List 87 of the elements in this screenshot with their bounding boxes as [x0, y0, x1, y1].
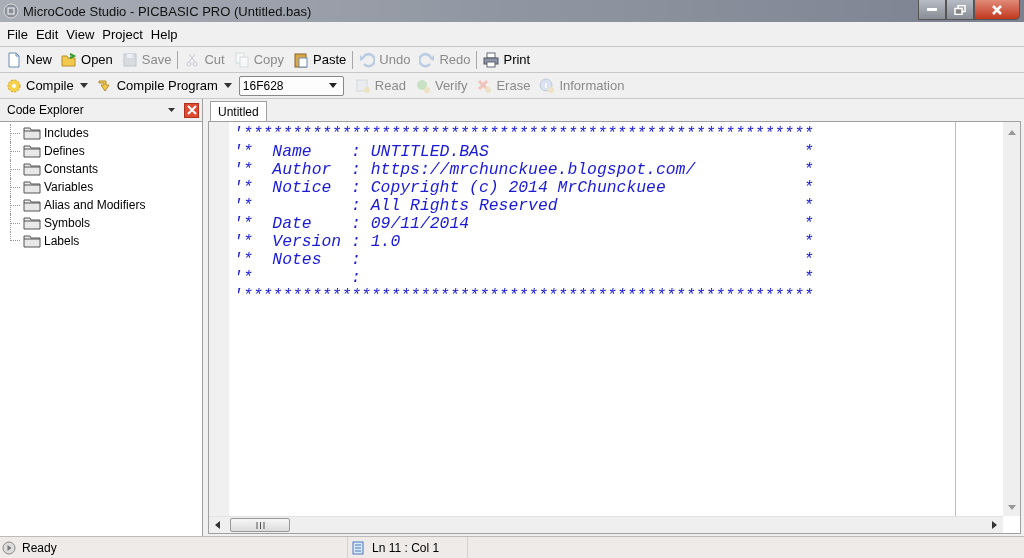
- folder-icon: [23, 162, 41, 176]
- menu-item[interactable]: Help: [146, 26, 182, 42]
- vertical-scrollbar[interactable]: [1003, 122, 1020, 516]
- device-dropdown[interactable]: 16F628: [238, 75, 344, 96]
- code-comment: *: [803, 177, 814, 197]
- arrow-icon: [96, 77, 113, 94]
- document-icon: [352, 540, 364, 555]
- compile-button[interactable]: Compile: [2, 74, 92, 97]
- restore-button[interactable]: [946, 0, 974, 20]
- close-icon: [186, 105, 197, 115]
- tree-item[interactable]: Symbols: [44, 216, 90, 230]
- left-arrow-icon: [215, 521, 220, 529]
- menu-item[interactable]: File: [3, 26, 32, 42]
- code-comment: '* Author : https://mrchunckuee.blogspot.com/: [233, 159, 696, 179]
- code-comment: '* Name : UNTITLED.BAS: [233, 141, 489, 161]
- toolbar-button[interactable]: Open: [57, 48, 117, 71]
- info-icon: [539, 77, 556, 94]
- minimize-icon: [927, 8, 937, 11]
- folder-icon: [23, 144, 41, 158]
- panel-title: Code Explorer: [7, 103, 84, 117]
- minimize-button[interactable]: [918, 0, 946, 20]
- clipboard-icon: [293, 51, 310, 68]
- code-comment: *: [803, 249, 814, 269]
- undo-icon: [359, 51, 376, 68]
- up-arrow-icon: [1007, 130, 1016, 135]
- close-button[interactable]: [184, 102, 199, 118]
- close-icon: [991, 4, 1003, 15]
- code-comment: *: [803, 141, 814, 161]
- play-icon: [2, 540, 16, 555]
- toolbar-button[interactable]: New: [2, 48, 56, 71]
- right-arrow-icon: [992, 521, 997, 529]
- code-comment: *: [803, 267, 814, 287]
- toolbar-button[interactable]: Print: [479, 48, 535, 71]
- scrollbar-thumb[interactable]: [230, 518, 290, 532]
- folder-icon: [23, 180, 41, 194]
- tree-item[interactable]: Variables: [44, 180, 94, 194]
- code-comment: '* Version : 1.0: [233, 231, 401, 251]
- code-comment: '* : All Rights Reserved: [233, 195, 558, 215]
- code-comment: *: [803, 159, 814, 179]
- code-comment: '* Notes :: [233, 249, 361, 269]
- redo-icon: [419, 51, 436, 68]
- caret-icon: [79, 83, 88, 88]
- gear-icon: [6, 77, 22, 94]
- status-text: Ready: [22, 540, 57, 555]
- tree-item[interactable]: Labels: [44, 234, 80, 248]
- tree-item[interactable]: Constants: [44, 162, 99, 176]
- grip-icon: [255, 521, 265, 529]
- close-button[interactable]: [974, 0, 1020, 20]
- tree-item[interactable]: Alias and Modifiers: [44, 198, 146, 212]
- menu-item[interactable]: Edit: [31, 26, 63, 42]
- folder-icon: [23, 198, 41, 212]
- code-comment: '* Date : 09/11/2014: [233, 213, 470, 233]
- folder-icon: [23, 216, 41, 230]
- tree-item[interactable]: Includes: [44, 126, 89, 140]
- app-icon: [3, 3, 19, 19]
- code-editor[interactable]: [208, 121, 1021, 534]
- tree-item[interactable]: Defines: [44, 144, 85, 158]
- horizontal-scrollbar[interactable]: [209, 516, 1003, 533]
- cross-icon: [476, 77, 493, 94]
- document-icon: [6, 51, 22, 68]
- code-comment: *: [803, 213, 814, 233]
- code-comment: *: [803, 195, 814, 215]
- document-icon: [354, 77, 371, 94]
- code-comment: '**********************************************************: [233, 285, 814, 305]
- menu-item[interactable]: View: [62, 26, 99, 42]
- copy-icon: [233, 51, 250, 68]
- code-comment: *: [803, 231, 814, 251]
- window-title: MicroCode Studio - PICBASIC PRO (Untitled.bas): [23, 3, 313, 19]
- down-arrow-icon: [1007, 505, 1016, 510]
- folder-icon: [23, 234, 41, 248]
- caret-icon: [223, 83, 232, 88]
- printer-icon: [483, 51, 500, 68]
- folder-icon: [23, 126, 41, 140]
- scissors-icon: [184, 51, 201, 68]
- check-icon: [414, 77, 431, 94]
- caret-icon: [328, 83, 337, 88]
- caret-icon: [168, 108, 175, 112]
- folder-icon: [61, 51, 77, 68]
- toolbar-button[interactable]: Paste: [289, 48, 351, 71]
- code-comment: '* Notice : Copyright (c) 2014 MrChunckuee: [233, 177, 666, 197]
- menu-item[interactable]: Project: [98, 26, 147, 42]
- cursor-position: Ln 11 : Col 1: [372, 540, 440, 555]
- code-comment: '**********************************************************: [233, 123, 814, 143]
- code-comment: '* :: [233, 267, 361, 287]
- editor-tab[interactable]: Untitled: [210, 101, 267, 121]
- compile-program-button[interactable]: Compile Program: [92, 74, 236, 97]
- restore-icon: [954, 4, 966, 15]
